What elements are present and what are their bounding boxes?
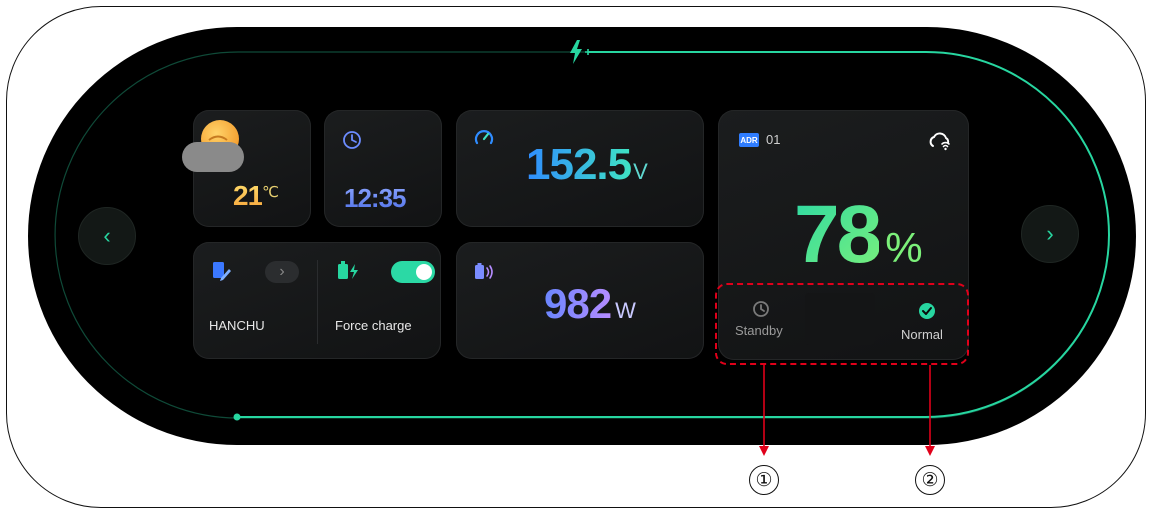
callout-2: ② (915, 465, 945, 495)
callout-arrows (759, 365, 935, 456)
callout-1-label: ① (755, 469, 773, 491)
callout-2-label: ② (921, 469, 939, 491)
callout-1: ① (749, 465, 779, 495)
